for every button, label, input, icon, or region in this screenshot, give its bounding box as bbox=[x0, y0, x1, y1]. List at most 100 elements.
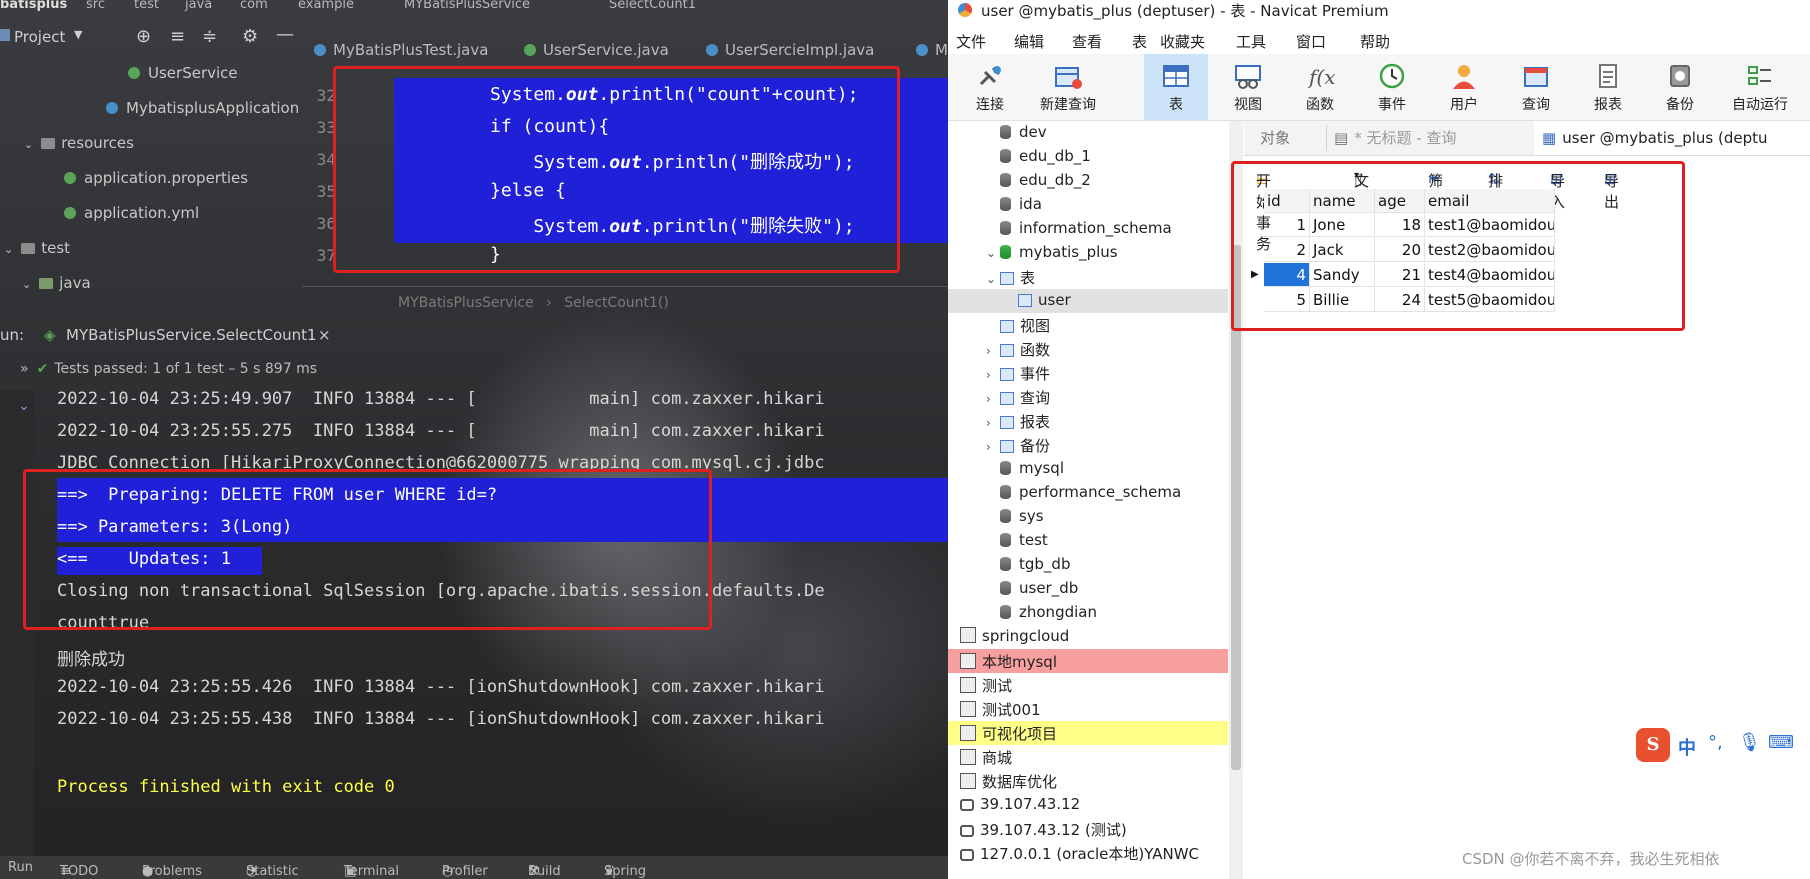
nav-crumb[interactable]: batisplus bbox=[0, 0, 67, 12]
chevron-down-icon[interactable]: ⌄ bbox=[986, 272, 1000, 286]
sidebar-item--[interactable]: 可视化项目 bbox=[948, 721, 1228, 745]
sidebar-item-zhongdian[interactable]: zhongdian bbox=[948, 601, 1228, 625]
nav-crumb[interactable]: com bbox=[240, 0, 268, 12]
event-button[interactable]: 事件 bbox=[1360, 54, 1424, 120]
breadcrumb-method[interactable]: SelectCount1() bbox=[564, 295, 669, 311]
connect-button[interactable]: 连接 bbox=[958, 54, 1022, 120]
sidebar-item-dev[interactable]: dev bbox=[948, 121, 1228, 145]
sidebar-item--[interactable]: › 查询 bbox=[948, 385, 1228, 409]
nav-crumb[interactable]: test bbox=[134, 0, 159, 12]
nav-crumb[interactable]: SelectCount1 bbox=[609, 0, 696, 12]
sidebar-item-mysql[interactable]: mysql bbox=[948, 457, 1228, 481]
sidebar-item-test[interactable]: test bbox=[948, 529, 1228, 553]
sidebar-item-label: user_db bbox=[1019, 579, 1079, 597]
user-button[interactable]: 用户 bbox=[1432, 54, 1496, 120]
tree-item-resources[interactable]: ⌄ resources bbox=[24, 134, 134, 152]
tree-item-properties[interactable]: application.properties bbox=[64, 169, 248, 187]
tree-item-label: resources bbox=[61, 134, 134, 152]
backup-button[interactable]: 备份 bbox=[1648, 54, 1712, 120]
tab-untitled-query[interactable]: ▤ * 无标题 - 查询 bbox=[1334, 121, 1456, 155]
sidebar-item--[interactable]: ⌄ 表 bbox=[948, 265, 1228, 289]
chevron-right-icon[interactable]: › bbox=[986, 416, 1000, 430]
sidebar-item-information_schema[interactable]: information_schema bbox=[948, 217, 1228, 241]
menu-window[interactable]: 窗口 bbox=[1296, 31, 1326, 52]
menu-tools[interactable]: 工具 bbox=[1236, 31, 1266, 52]
tab-userservice[interactable]: UserService.java bbox=[524, 34, 669, 66]
sidebar-item--[interactable]: 商城 bbox=[948, 745, 1228, 769]
tab-userserviceimpl[interactable]: UserSercieImpl.java bbox=[706, 34, 874, 66]
punctuation-icon[interactable]: °, bbox=[1708, 732, 1723, 753]
keyboard-icon[interactable]: ⌨ bbox=[1768, 732, 1794, 753]
run-tab[interactable]: MYBatisPlusService.SelectCount1 bbox=[66, 326, 317, 344]
menu-view[interactable]: 查看 bbox=[1072, 31, 1102, 52]
query-button[interactable]: 查询 bbox=[1504, 54, 1568, 120]
view-button[interactable]: 视图 bbox=[1216, 54, 1280, 120]
tree-item-java[interactable]: ⌄ java bbox=[22, 274, 91, 292]
menu-favorites[interactable]: 收藏夹 bbox=[1160, 31, 1205, 52]
minimize-icon[interactable]: — bbox=[276, 24, 294, 45]
gear-icon[interactable]: ⚙ bbox=[242, 26, 258, 47]
tree-item-test[interactable]: ⌄ test bbox=[4, 239, 70, 257]
sidebar-item-39-107-43-12[interactable]: 39.107.43.12 bbox=[948, 793, 1228, 817]
sidebar-item-edu_db_2[interactable]: edu_db_2 bbox=[948, 169, 1228, 193]
sidebar-item-39-107-43-12-[interactable]: 39.107.43.12 (测试) bbox=[948, 817, 1228, 841]
menu-table[interactable]: 表 bbox=[1132, 31, 1147, 52]
collapse-all-icon[interactable]: ≑ bbox=[202, 26, 217, 47]
chevron-right-icon[interactable]: › bbox=[986, 392, 1000, 406]
sidebar-item--001[interactable]: 测试001 bbox=[948, 697, 1228, 721]
sidebar-item-springcloud[interactable]: springcloud bbox=[948, 625, 1228, 649]
chevron-down-icon[interactable]: ⌄ bbox=[986, 246, 1000, 260]
menu-file[interactable]: 文件 bbox=[956, 31, 986, 52]
table-button[interactable]: 表 bbox=[1144, 54, 1208, 120]
report-button[interactable]: 报表 bbox=[1576, 54, 1640, 120]
nav-crumb[interactable]: example bbox=[298, 0, 354, 12]
automation-button[interactable]: 自动运行 bbox=[1720, 54, 1800, 120]
chevron-down-icon[interactable]: ▼ bbox=[74, 28, 82, 41]
sidebar-item--[interactable]: 视图 bbox=[948, 313, 1228, 337]
sidebar-item--mysql[interactable]: 本地mysql bbox=[948, 649, 1228, 673]
function-button[interactable]: f(x) 函数 bbox=[1288, 54, 1352, 120]
chevron-right-icon[interactable]: › bbox=[986, 368, 1000, 382]
tree-item-application[interactable]: MybatisplusApplication bbox=[106, 99, 299, 117]
sidebar-item--[interactable]: › 报表 bbox=[948, 409, 1228, 433]
sidebar-item-user_db[interactable]: user_db bbox=[948, 577, 1228, 601]
nav-crumb[interactable]: src bbox=[86, 0, 105, 12]
project-label[interactable]: Project bbox=[14, 28, 65, 46]
chevron-right-icon[interactable]: › bbox=[986, 440, 1000, 454]
sidebar-item-performance_schema[interactable]: performance_schema bbox=[948, 481, 1228, 505]
nav-crumb[interactable]: java bbox=[185, 0, 212, 12]
tree-item-yml[interactable]: application.yml bbox=[64, 204, 199, 222]
sidebar-item--[interactable]: › 函数 bbox=[948, 337, 1228, 361]
chevron-down-icon[interactable]: ⌄ bbox=[18, 398, 30, 414]
menu-edit[interactable]: 编辑 bbox=[1014, 31, 1044, 52]
tab-mybatisplustest[interactable]: MyBatisPlusTest.java bbox=[314, 34, 488, 66]
sidebar-item-ida[interactable]: ida bbox=[948, 193, 1228, 217]
ime-mode[interactable]: 中 bbox=[1678, 734, 1696, 760]
microphone-icon[interactable]: 🎙 bbox=[1738, 732, 1761, 753]
close-icon[interactable]: × bbox=[318, 326, 331, 344]
tree-item-userservice[interactable]: UserService bbox=[128, 64, 238, 82]
sidebar-item-edu_db_1[interactable]: edu_db_1 bbox=[948, 145, 1228, 169]
tab-overflow[interactable]: M bbox=[916, 34, 948, 66]
sidebar-item--[interactable]: 数据库优化 bbox=[948, 769, 1228, 793]
tab-user-table[interactable]: ▦ user @mybatis_plus (deptu bbox=[1534, 121, 1810, 155]
nav-crumb[interactable]: MYBatisPlusService bbox=[404, 0, 530, 12]
breadcrumb-class[interactable]: MYBatisPlusService bbox=[398, 295, 534, 311]
sidebar-item-sys[interactable]: sys bbox=[948, 505, 1228, 529]
collapse-icon[interactable]: » bbox=[20, 361, 29, 377]
new-query-button[interactable]: 新建查询 bbox=[1030, 54, 1106, 120]
sidebar-item-mybatis_plus[interactable]: ⌄ mybatis_plus bbox=[948, 241, 1228, 265]
tool-run[interactable]: Run bbox=[8, 860, 33, 875]
tab-objects[interactable]: 对象 bbox=[1260, 121, 1290, 155]
expand-all-icon[interactable]: ≡ bbox=[170, 26, 185, 47]
chevron-right-icon[interactable]: › bbox=[986, 344, 1000, 358]
sidebar-item-tgb_db[interactable]: tgb_db bbox=[948, 553, 1228, 577]
sidebar-item-user[interactable]: user bbox=[948, 289, 1228, 313]
menu-help[interactable]: 帮助 bbox=[1360, 31, 1390, 52]
sidebar-item--[interactable]: › 事件 bbox=[948, 361, 1228, 385]
sidebar-item-127-0-0-1-oracle-yanwc[interactable]: 127.0.0.1 (oracle本地)YANWC bbox=[948, 841, 1228, 865]
database-icon bbox=[1000, 245, 1011, 259]
sidebar-item--[interactable]: › 备份 bbox=[948, 433, 1228, 457]
sidebar-item--[interactable]: 测试 bbox=[948, 673, 1228, 697]
target-icon[interactable]: ⊕ bbox=[136, 26, 151, 47]
